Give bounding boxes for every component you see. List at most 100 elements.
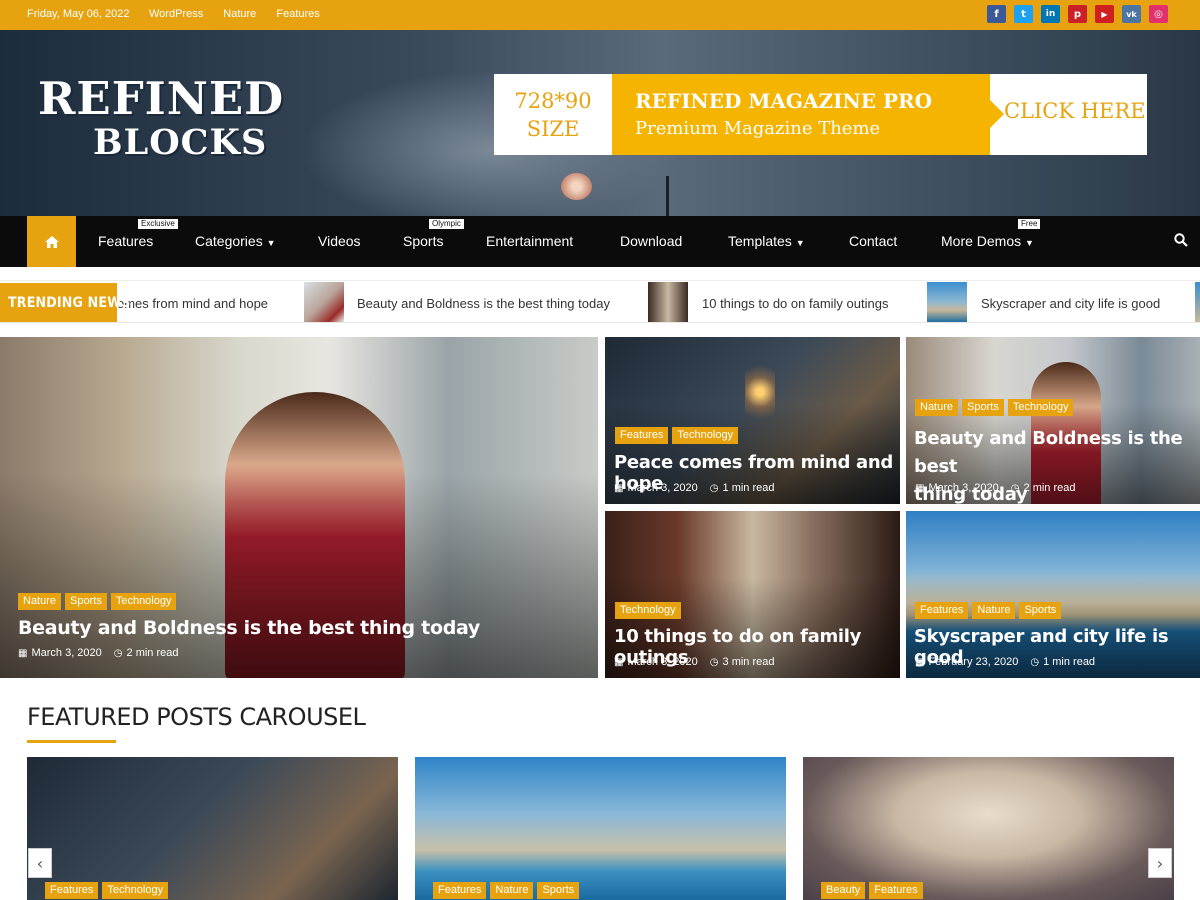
site-logo-line2[interactable]: BLOCKS — [93, 122, 267, 163]
category-tag[interactable]: Nature — [490, 882, 534, 899]
header-sparkler-stick — [666, 176, 669, 216]
nav-item-sports[interactable]: Sports — [403, 233, 443, 249]
ticker-item[interactable]: Skyscraper and city life is good — [981, 296, 1160, 311]
category-tag[interactable]: Nature — [972, 602, 1016, 619]
ticker-item[interactable]: 10 things to do on family outings — [702, 296, 888, 311]
category-tag[interactable]: Technology — [1007, 399, 1074, 416]
card-categories: Features Nature Sports — [915, 602, 1062, 619]
category-tag[interactable]: Features — [869, 882, 923, 899]
category-tag[interactable]: Technology — [110, 593, 177, 610]
category-tag[interactable]: Technology — [672, 427, 739, 444]
featured-card[interactable]: Features Technology — [27, 757, 398, 900]
ticker-thumb[interactable] — [927, 282, 967, 322]
carousel-prev-button[interactable]: ‹ — [28, 848, 52, 878]
read-time: 2 min read — [1023, 482, 1076, 494]
hero-main-title[interactable]: Beauty and Boldness is the best thing to… — [18, 617, 480, 639]
featured-card[interactable]: Beauty Features — [803, 757, 1174, 900]
nav-item-contact[interactable]: Contact — [849, 233, 897, 249]
top-link-nature[interactable]: Nature — [223, 8, 256, 20]
category-tag[interactable]: Technology — [615, 602, 681, 619]
twitter-icon[interactable]: t — [1014, 5, 1033, 23]
header-light-bulb — [561, 173, 592, 200]
header-ad-banner[interactable]: 728*90 SIZE REFINED MAGAZINE PRO Premium… — [494, 74, 1147, 155]
instagram-icon[interactable]: ◎ — [1149, 5, 1168, 23]
nav-item-download[interactable]: Download — [620, 233, 682, 249]
ad-size-line2: SIZE — [526, 117, 580, 141]
chevron-right-icon: › — [1156, 853, 1164, 873]
clock-icon: ◷ — [709, 657, 719, 668]
post-date: March 3, 2020 — [928, 482, 999, 494]
top-links: WordPress Nature Features — [149, 8, 337, 20]
nav-item-templates-label: Templates — [728, 233, 792, 249]
featured-section-title: FEATURED POSTS CAROUSEL — [27, 703, 366, 731]
nav-item-features[interactable]: Features — [98, 233, 153, 249]
pinterest-icon[interactable]: p — [1068, 5, 1087, 23]
card-meta: ▦ March 3, 2020 ◷ 1 min read — [614, 482, 775, 494]
ticker-item[interactable]: omes from mind and hope — [117, 296, 268, 311]
main-navigation: Exclusive Features Categories ▼ Videos O… — [0, 216, 1200, 267]
badge-olympic: Olympic — [429, 219, 464, 229]
nav-item-categories[interactable]: Categories ▼ — [195, 233, 276, 249]
chevron-down-icon: ▼ — [795, 238, 805, 248]
calendar-icon: ▦ — [614, 483, 624, 494]
category-tag[interactable]: Nature — [915, 399, 959, 416]
chevron-down-icon: ▼ — [1025, 238, 1034, 248]
nav-item-templates[interactable]: Templates ▼ — [728, 233, 805, 249]
current-date: Friday, May 06, 2022 — [27, 8, 130, 20]
card-categories: Features Technology — [615, 427, 739, 444]
read-time: 2 min read — [126, 647, 179, 659]
hero-card-bottom-mid[interactable]: Technology 10 things to do on family out… — [605, 511, 900, 678]
nav-item-entertainment[interactable]: Entertainment — [486, 233, 573, 249]
card-categories: Technology — [615, 602, 681, 619]
featured-title-underline — [27, 740, 116, 743]
post-date: March 3, 2020 — [31, 647, 102, 659]
category-tag[interactable]: Sports — [1019, 602, 1062, 619]
facebook-icon[interactable]: f — [987, 5, 1006, 23]
ad-click-here[interactable]: CLICK HERE — [1004, 99, 1146, 123]
hero-card-top-mid[interactable]: Features Technology Peace comes from min… — [605, 337, 900, 504]
nav-item-videos[interactable]: Videos — [318, 233, 361, 249]
top-link-features[interactable]: Features — [276, 8, 319, 20]
category-tag[interactable]: Beauty — [821, 882, 866, 899]
clock-icon: ◷ — [113, 648, 123, 659]
category-tag[interactable]: Nature — [18, 593, 62, 610]
hero-card-top-right[interactable]: Nature Sports Technology Beauty and Bold… — [906, 337, 1200, 504]
category-tag[interactable]: Sports — [962, 399, 1004, 416]
hero-main-meta: ▦ March 3, 2020 ◷ 2 min read — [18, 647, 179, 659]
ticker-thumb[interactable] — [1195, 282, 1200, 322]
hero-card-bottom-right[interactable]: Features Nature Sports Skyscraper and ci… — [906, 511, 1200, 678]
category-tag[interactable]: Features — [45, 882, 99, 899]
hero-main-card[interactable]: Nature Sports Technology Beauty and Bold… — [0, 337, 598, 678]
ticker-item[interactable]: Beauty and Boldness is the best thing to… — [357, 296, 610, 311]
category-tag[interactable]: Sports — [537, 882, 580, 899]
ad-title: REFINED MAGAZINE PRO — [635, 89, 933, 113]
ad-subtitle: Premium Magazine Theme — [635, 118, 881, 139]
trending-label: TRENDING NEWS — [0, 283, 130, 322]
badge-free: Free — [1018, 219, 1041, 229]
clock-icon: ◷ — [1030, 657, 1040, 668]
carousel-next-button[interactable]: › — [1148, 848, 1172, 878]
category-tag[interactable]: Technology — [102, 882, 169, 899]
site-logo-line1[interactable]: REFINED — [38, 72, 284, 125]
category-tag[interactable]: Features — [615, 427, 669, 444]
youtube-icon[interactable]: ▶ — [1095, 5, 1114, 23]
post-date: March 3, 2020 — [627, 482, 698, 494]
featured-card[interactable]: Features Nature Sports — [415, 757, 786, 900]
calendar-icon: ▦ — [915, 483, 925, 494]
vk-icon[interactable]: vk — [1122, 5, 1141, 23]
linkedin-icon[interactable]: in — [1041, 5, 1060, 23]
home-button[interactable] — [27, 216, 76, 267]
trending-ticker: omes from mind and hope Beauty and Boldn… — [0, 280, 1200, 323]
clock-icon: ◷ — [709, 483, 719, 494]
ticker-thumb[interactable] — [648, 282, 688, 322]
card-meta: ▦ March 3, 2020 ◷ 2 min read — [915, 482, 1076, 494]
home-icon — [44, 235, 59, 248]
nav-item-more-demos[interactable]: More Demos ▼ — [941, 233, 1034, 249]
category-tag[interactable]: Sports — [65, 593, 107, 610]
top-link-wordpress[interactable]: WordPress — [149, 8, 203, 20]
search-button[interactable] — [1174, 233, 1188, 252]
post-date: March 3, 2020 — [627, 656, 698, 668]
category-tag[interactable]: Features — [915, 602, 969, 619]
category-tag[interactable]: Features — [433, 882, 487, 899]
ticker-thumb[interactable] — [304, 282, 344, 322]
